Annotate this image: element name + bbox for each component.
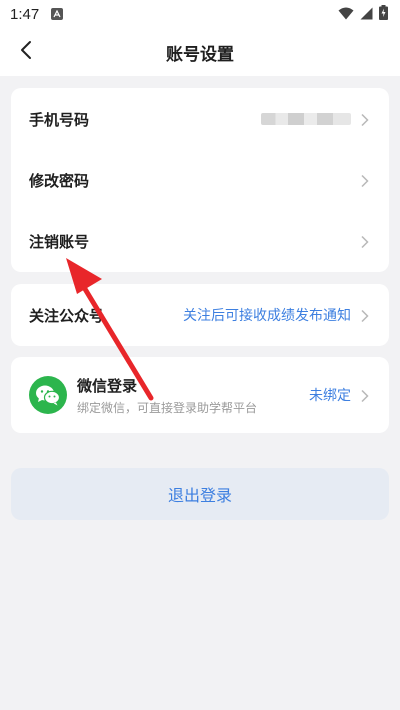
notification-app-icon (51, 8, 64, 20)
follow-official-account-right: 关注后可接收成绩发布通知 (183, 305, 371, 325)
app-header: 账号设置 (0, 28, 400, 76)
follow-official-account-label: 关注公众号 (29, 306, 105, 325)
follow-official-account-hint: 关注后可接收成绩发布通知 (183, 308, 351, 324)
chevron-right-icon (359, 112, 371, 127)
account-settings-card: 手机号码 修改密码 注销账号 (11, 88, 389, 272)
back-button[interactable] (10, 36, 42, 68)
wechat-bind-status: 未绑定 (309, 388, 351, 404)
row-follow-official-account[interactable]: 关注公众号 关注后可接收成绩发布通知 (11, 284, 389, 346)
row-phone-number[interactable]: 手机号码 (11, 88, 389, 150)
row-cancel-account[interactable]: 注销账号 (11, 210, 389, 272)
page-title: 账号设置 (166, 44, 234, 65)
row-wechat-login[interactable]: 微信登录 绑定微信，可直接登录助学帮平台 未绑定 (11, 357, 389, 433)
wifi-icon (338, 5, 354, 24)
wechat-login-subtitle: 绑定微信，可直接登录助学帮平台 (77, 400, 258, 415)
phone-number-label: 手机号码 (29, 110, 90, 129)
wechat-login-title: 微信登录 (77, 376, 138, 395)
wechat-login-card: 微信登录 绑定微信，可直接登录助学帮平台 未绑定 (11, 357, 389, 433)
change-password-right (359, 173, 371, 188)
status-time: 1:47 (10, 5, 40, 23)
phone-number-value-group (261, 112, 371, 127)
signal-icon (360, 5, 373, 24)
wechat-icon (29, 376, 67, 414)
change-password-label: 修改密码 (29, 171, 90, 190)
official-account-card: 关注公众号 关注后可接收成绩发布通知 (11, 284, 389, 346)
phone-number-value-blurred (261, 113, 351, 125)
battery-charging-icon (379, 4, 388, 24)
status-right (338, 4, 388, 24)
chevron-right-icon (359, 234, 371, 249)
chevron-right-icon (359, 308, 371, 323)
chevron-right-icon (359, 173, 371, 188)
status-bar: 1:47 (0, 0, 400, 28)
wechat-status-group: 未绑定 (309, 385, 371, 405)
row-change-password[interactable]: 修改密码 (11, 149, 389, 211)
cancel-account-right (359, 234, 371, 249)
chevron-right-icon (359, 388, 371, 403)
logout-button[interactable]: 退出登录 (11, 468, 389, 520)
status-left: 1:47 (10, 5, 64, 23)
chevron-left-icon (20, 40, 32, 64)
cancel-account-label: 注销账号 (29, 232, 90, 251)
wechat-texts: 微信登录 绑定微信，可直接登录助学帮平台 (77, 375, 257, 416)
